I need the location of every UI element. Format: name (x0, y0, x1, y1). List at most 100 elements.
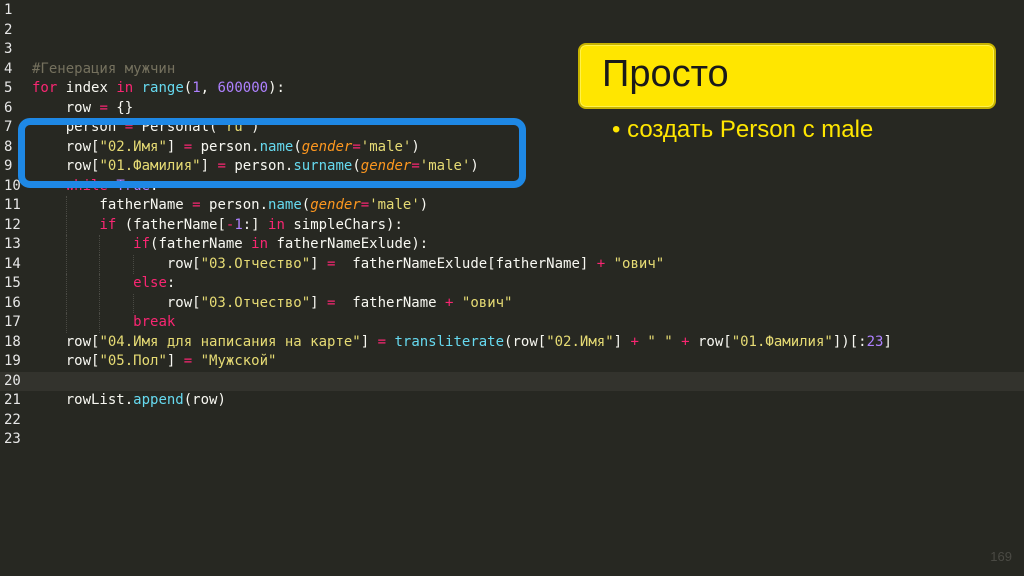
code-token: "01.Фамилия" (731, 333, 833, 350)
code-line[interactable]: 15 else: (0, 274, 1024, 294)
indent-guide (65, 254, 68, 274)
code-text: rowList.append(row) (32, 391, 226, 411)
line-number: 19 (4, 353, 21, 369)
code-line[interactable]: 1 (0, 1, 1024, 21)
code-token: simpleChars): (284, 216, 403, 233)
line-number: 12 (4, 216, 21, 233)
code-text: if(fatherName in fatherNameExlude): (32, 235, 428, 255)
line-number: 3 (4, 41, 13, 57)
code-token: ] (613, 333, 631, 350)
code-token: gender (310, 197, 361, 213)
indent-guide (133, 293, 135, 313)
indent-guide (133, 254, 135, 274)
code-line[interactable]: 14 row["03.Отчество"] = fatherNameExlude… (0, 254, 1024, 275)
code-token: row[ (689, 333, 732, 350)
line-number: 1 (4, 2, 13, 18)
code-line[interactable]: 23 (0, 430, 1024, 450)
indent-guide (99, 274, 101, 294)
code-token: + (681, 333, 690, 350)
line-number: 16 (4, 294, 21, 311)
code-token: "03.Отчество" (200, 294, 311, 311)
indent-guide (65, 196, 68, 216)
code-token: "05.Пол" (99, 353, 167, 369)
code-token: row[ (32, 353, 100, 369)
code-line[interactable]: 12 if (fatherName[-1:] in simpleChars): (0, 215, 1024, 236)
line-number: 21 (4, 392, 21, 408)
line-number: 14 (4, 255, 21, 272)
code-token: = (192, 197, 201, 213)
code-token: (fatherName[ (116, 216, 226, 233)
line-number: 2 (4, 21, 13, 38)
code-line[interactable]: 19 row["05.Пол"] = "Мужской" (0, 352, 1024, 372)
indent-guide (99, 235, 101, 255)
line-number: 4 (4, 60, 13, 77)
code-token: in (268, 216, 285, 233)
code-line[interactable]: 22 (0, 411, 1024, 431)
code-token: 23 (866, 333, 884, 350)
code-line[interactable]: 16 row["03.Отчество"] = fatherName + "ов… (0, 293, 1024, 313)
code-line[interactable]: 17 break (0, 313, 1024, 333)
bullet-item: • создать Person с male (612, 116, 874, 143)
code-line[interactable]: 11 fatherName = person.name(gender='male… (0, 196, 1024, 216)
code-token: transliterate (394, 333, 505, 350)
indent-guide (99, 254, 101, 274)
code-token: (row[ (504, 333, 547, 350)
code-token: else (133, 275, 167, 291)
code-token: "04.Имя для написания на карте" (99, 333, 361, 350)
code-line[interactable]: 13 if(fatherName in fatherNameExlude): (0, 235, 1024, 255)
code-text: row["03.Отчество"] = fatherNameExlude[fa… (32, 255, 664, 275)
code-token: = (360, 197, 370, 213)
code-token: = (183, 353, 193, 369)
code-text: row["04.Имя для написания на карте"] = t… (32, 333, 892, 353)
code-token: " " (647, 333, 673, 350)
line-number: 13 (4, 236, 21, 252)
code-token: in (251, 236, 269, 252)
code-token: :] (242, 216, 269, 233)
code-token: row[ (32, 333, 100, 350)
code-token: break (133, 314, 176, 330)
line-number: 5 (4, 80, 13, 96)
code-token: (fatherName (150, 236, 252, 252)
code-token: ] (166, 353, 184, 369)
code-token: 1 (192, 80, 201, 96)
line-number: 6 (4, 99, 13, 116)
line-number: 18 (4, 333, 21, 350)
code-token: "ович" (613, 255, 665, 272)
slide-number: 169 (990, 549, 1012, 564)
code-token: ): (268, 80, 285, 96)
line-number: 15 (4, 275, 21, 291)
line-number: 22 (4, 411, 21, 428)
code-token: "ович" (461, 294, 513, 311)
indent-guide (99, 313, 101, 333)
code-line[interactable]: 20 (0, 371, 1024, 391)
code-text: row = {} (32, 99, 133, 119)
code-token: for (32, 80, 58, 96)
code-text: fatherName = person.name(gender='male') (32, 196, 428, 216)
code-token: ] (310, 294, 328, 311)
code-token: #Генерация мужчин (32, 60, 176, 77)
indent-guide (65, 235, 68, 255)
code-line[interactable]: 21 rowList.append(row) (0, 391, 1024, 411)
line-number: 20 (4, 372, 21, 389)
code-token: : (166, 275, 176, 291)
code-line[interactable]: 2 (0, 21, 1024, 41)
code-token: fatherName (32, 197, 193, 213)
code-text: else: (32, 274, 175, 294)
code-token: = (99, 99, 108, 116)
code-token: (row) (183, 392, 226, 408)
highlight-box (18, 118, 526, 188)
indent-guide (99, 293, 101, 313)
code-text: if (fatherName[-1:] in simpleChars): (32, 216, 403, 236)
line-number: 23 (4, 431, 21, 447)
code-token: , (200, 80, 218, 96)
code-token: ( (183, 80, 193, 96)
code-text: row["05.Пол"] = "Мужской" (32, 352, 277, 372)
code-text: for index in range(1, 600000): (32, 79, 285, 99)
code-token: row (32, 99, 100, 116)
code-line[interactable]: 18 row["04.Имя для написания на карте"] … (0, 333, 1024, 353)
